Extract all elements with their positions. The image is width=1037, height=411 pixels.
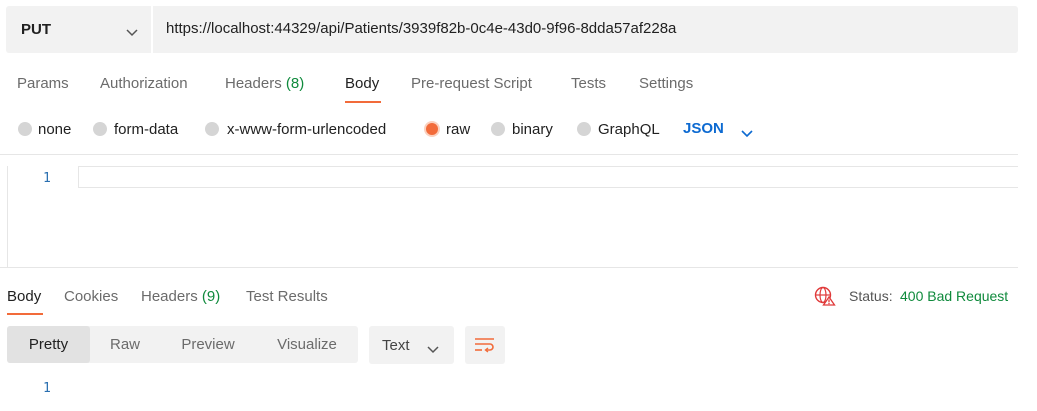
tab-headers[interactable]: Headers (8) [225, 75, 304, 92]
chevron-down-icon [427, 341, 439, 359]
radio-binary-label[interactable]: binary [512, 121, 553, 138]
radio-raw[interactable] [426, 123, 438, 135]
view-visualize[interactable]: Visualize [256, 326, 358, 363]
view-raw[interactable]: Raw [90, 326, 160, 363]
tab-params[interactable]: Params [17, 75, 69, 92]
line-number: 1 [43, 171, 51, 186]
view-preview[interactable]: Preview [160, 326, 256, 363]
response-format-select[interactable]: Text [369, 326, 454, 364]
radio-graphql-label[interactable]: GraphQL [598, 121, 660, 138]
status-label: Status: [849, 288, 893, 304]
chevron-down-icon [741, 125, 753, 143]
raw-format-label: JSON [683, 120, 724, 137]
radio-raw-label[interactable]: raw [446, 121, 470, 138]
globe-warning-icon[interactable] [814, 286, 836, 311]
wrap-lines-icon [474, 337, 496, 358]
radio-form-data-label[interactable]: form-data [114, 121, 178, 138]
response-tab-headers[interactable]: Headers (9) [141, 288, 220, 305]
editor-line-bottom [78, 187, 1018, 188]
response-format-label: Text [382, 337, 410, 354]
radio-graphql[interactable] [577, 122, 591, 136]
status-value[interactable]: 400 Bad Request [900, 288, 1008, 304]
radio-none[interactable] [18, 122, 32, 136]
response-tab-body-underline [7, 313, 43, 315]
tab-headers-label: Headers [225, 75, 282, 92]
url-input[interactable]: https://localhost:44329/api/Patients/393… [166, 20, 676, 37]
method-divider [151, 6, 153, 53]
response-tab-headers-count: (9) [201, 288, 221, 305]
radio-form-data[interactable] [93, 122, 107, 136]
editor-line-left [78, 166, 79, 188]
response-tab-test-results[interactable]: Test Results [246, 288, 328, 305]
tab-body[interactable]: Body [345, 75, 379, 92]
raw-format-select[interactable]: JSON [683, 120, 753, 138]
tab-tests[interactable]: Tests [571, 75, 606, 92]
tab-headers-count: (8) [285, 75, 305, 92]
response-line-number: 1 [43, 381, 51, 396]
response-tab-headers-label: Headers [141, 288, 198, 305]
radio-urlencoded[interactable] [205, 122, 219, 136]
request-body-editor[interactable] [7, 166, 1019, 267]
radio-binary[interactable] [491, 122, 505, 136]
response-tab-cookies[interactable]: Cookies [64, 288, 118, 305]
response-tab-body[interactable]: Body [7, 288, 41, 305]
tab-body-underline [345, 101, 381, 103]
chevron-down-icon [126, 24, 138, 42]
tab-settings[interactable]: Settings [639, 75, 693, 92]
editor-top-divider [0, 154, 1018, 155]
wrap-lines-button[interactable] [465, 326, 505, 364]
editor-line-top [78, 166, 1018, 167]
method-label: PUT [21, 21, 51, 38]
radio-urlencoded-label[interactable]: x-www-form-urlencoded [227, 121, 386, 138]
radio-none-label[interactable]: none [38, 121, 71, 138]
method-select[interactable]: PUT [6, 6, 151, 53]
tab-authorization[interactable]: Authorization [100, 75, 188, 92]
tab-prerequest-script[interactable]: Pre-request Script [411, 75, 532, 92]
view-pretty[interactable]: Pretty [7, 326, 90, 363]
editor-bottom-divider [0, 267, 1018, 268]
